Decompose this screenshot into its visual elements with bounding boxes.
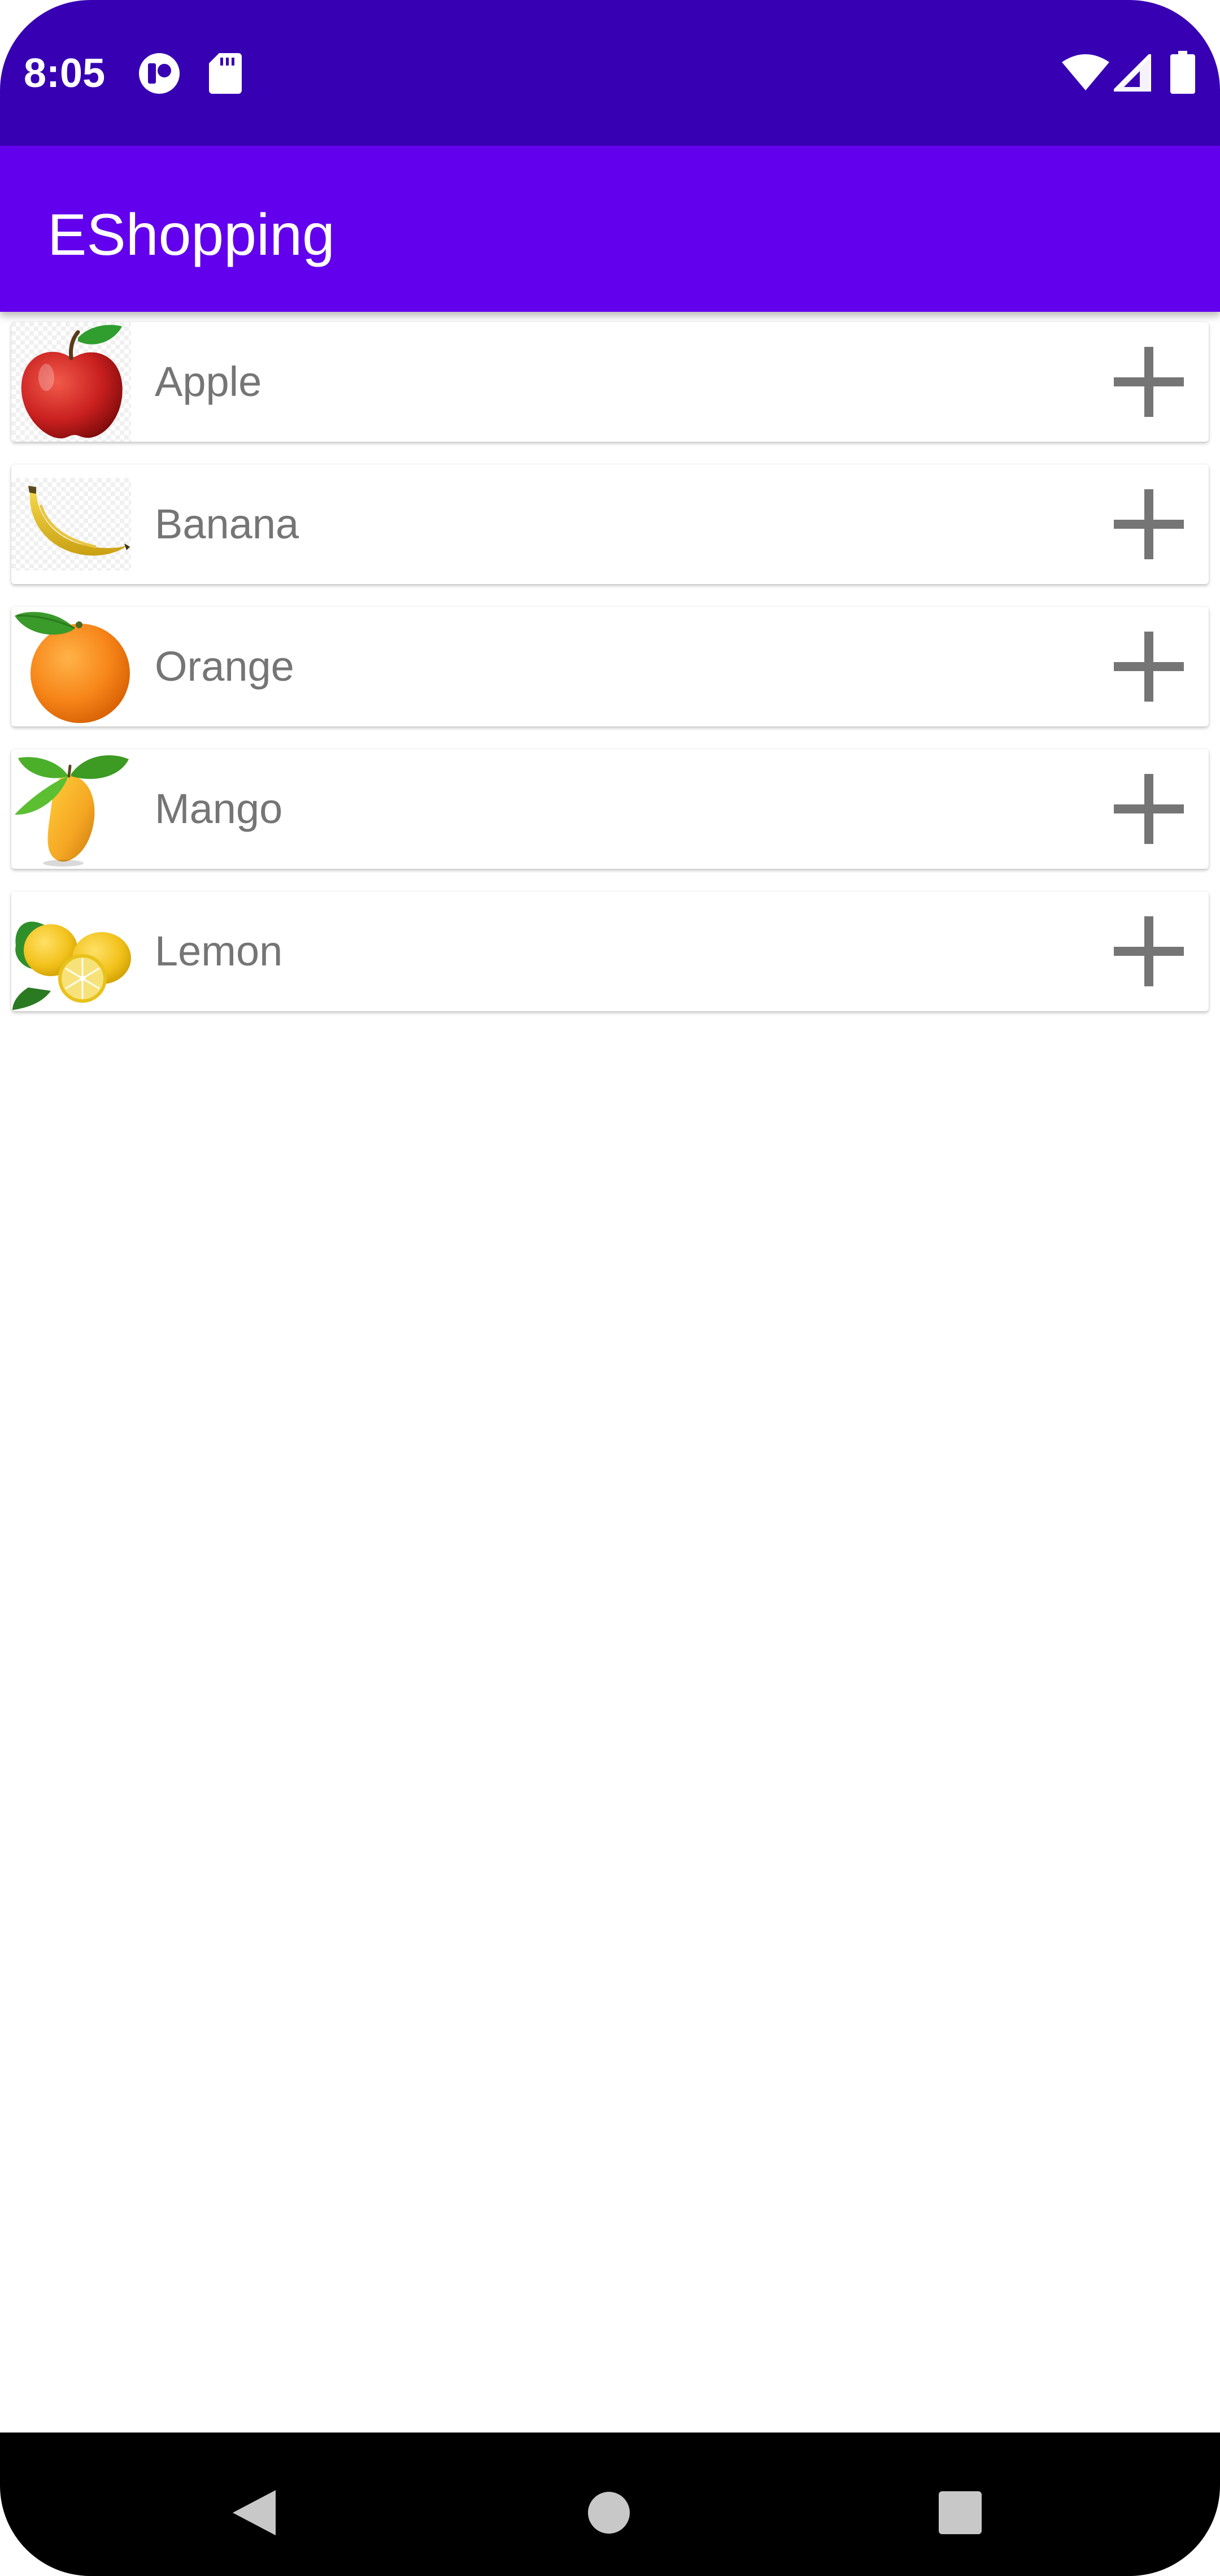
- add-icon[interactable]: [1109, 485, 1188, 564]
- app-title: EShopping: [47, 202, 335, 268]
- add-icon[interactable]: [1109, 912, 1188, 991]
- mango-image: [15, 755, 129, 867]
- back-icon[interactable]: [233, 2490, 276, 2535]
- item-name: Lemon: [155, 928, 283, 974]
- list-item-banana[interactable]: Banana: [11, 464, 1209, 584]
- banana-image: [11, 478, 131, 571]
- recents-icon[interactable]: [939, 2491, 982, 2534]
- navigation-bar: [0, 2433, 1220, 2576]
- list-item-apple[interactable]: Apple: [11, 322, 1209, 442]
- list-item-orange[interactable]: Orange: [11, 607, 1209, 726]
- status-time: 8:05: [24, 51, 106, 96]
- item-name: Banana: [155, 501, 299, 547]
- app-bar: EShopping: [0, 146, 1220, 312]
- battery-icon: [1170, 51, 1195, 94]
- orange-image: [15, 612, 130, 723]
- list-item-mango[interactable]: Mango: [11, 749, 1209, 869]
- item-name: Mango: [155, 785, 283, 832]
- cell-signal-icon: [1114, 54, 1151, 92]
- add-icon[interactable]: [1109, 769, 1188, 848]
- add-icon[interactable]: [1109, 342, 1188, 421]
- lemon-image: [12, 921, 131, 1010]
- phone-screen: 8:05 EShopping Apple Banana Orange Mango…: [0, 0, 1220, 2576]
- sd-card-icon: [209, 53, 242, 94]
- app-notification-icon: [139, 53, 180, 94]
- product-list: Apple Banana Orange Mango Lemon: [11, 322, 1209, 1034]
- apple-image: [11, 322, 131, 442]
- item-name: Orange: [155, 643, 294, 690]
- home-icon[interactable]: [587, 2491, 630, 2534]
- item-name: Apple: [155, 358, 262, 405]
- wifi-icon: [1062, 54, 1109, 90]
- status-bar: 8:05: [0, 0, 1220, 146]
- add-icon[interactable]: [1109, 627, 1188, 706]
- list-item-lemon[interactable]: Lemon: [11, 891, 1209, 1011]
